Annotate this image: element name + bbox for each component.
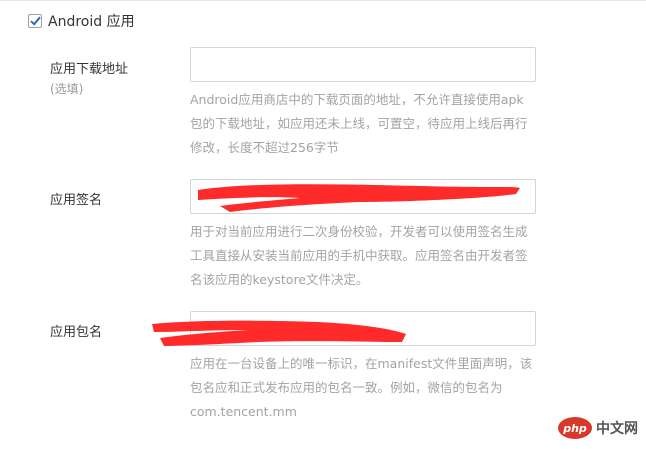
android-app-checkbox-row[interactable]: Android 应用 [28, 12, 135, 30]
php-logo-icon: php [558, 417, 592, 439]
signature-label: 应用签名 [50, 193, 103, 208]
android-app-label: Android 应用 [48, 14, 135, 30]
download-url-input[interactable] [191, 48, 535, 81]
signature-help: 用于对当前应用进行二次身份校验，开发者可以使用签名生成工具直接从安装当前应用的手… [190, 224, 528, 287]
watermark-text: 中文网 [596, 421, 638, 437]
signature-input[interactable] [191, 180, 535, 213]
package-name-field[interactable] [190, 311, 536, 346]
site-watermark: php 中文网 [558, 417, 638, 439]
signature-field[interactable] [190, 179, 536, 214]
package-name-label: 应用包名 [50, 325, 103, 340]
download-url-help: Android应用商店中的下载页面的地址，不允许直接使用apk包的下载地址，如应… [190, 92, 528, 155]
download-url-label: 应用下载地址 [50, 62, 129, 77]
package-name-input[interactable] [191, 312, 535, 345]
optional-tag: (选填) [50, 82, 84, 96]
package-name-help: 应用在一台设备上的唯一标识，在manifest文件里面声明，该包名应和正式发布应… [190, 356, 533, 419]
android-app-checkbox[interactable] [28, 14, 42, 28]
checkmark-icon [29, 16, 41, 26]
download-url-field[interactable] [190, 47, 536, 82]
top-divider [0, 0, 646, 1]
